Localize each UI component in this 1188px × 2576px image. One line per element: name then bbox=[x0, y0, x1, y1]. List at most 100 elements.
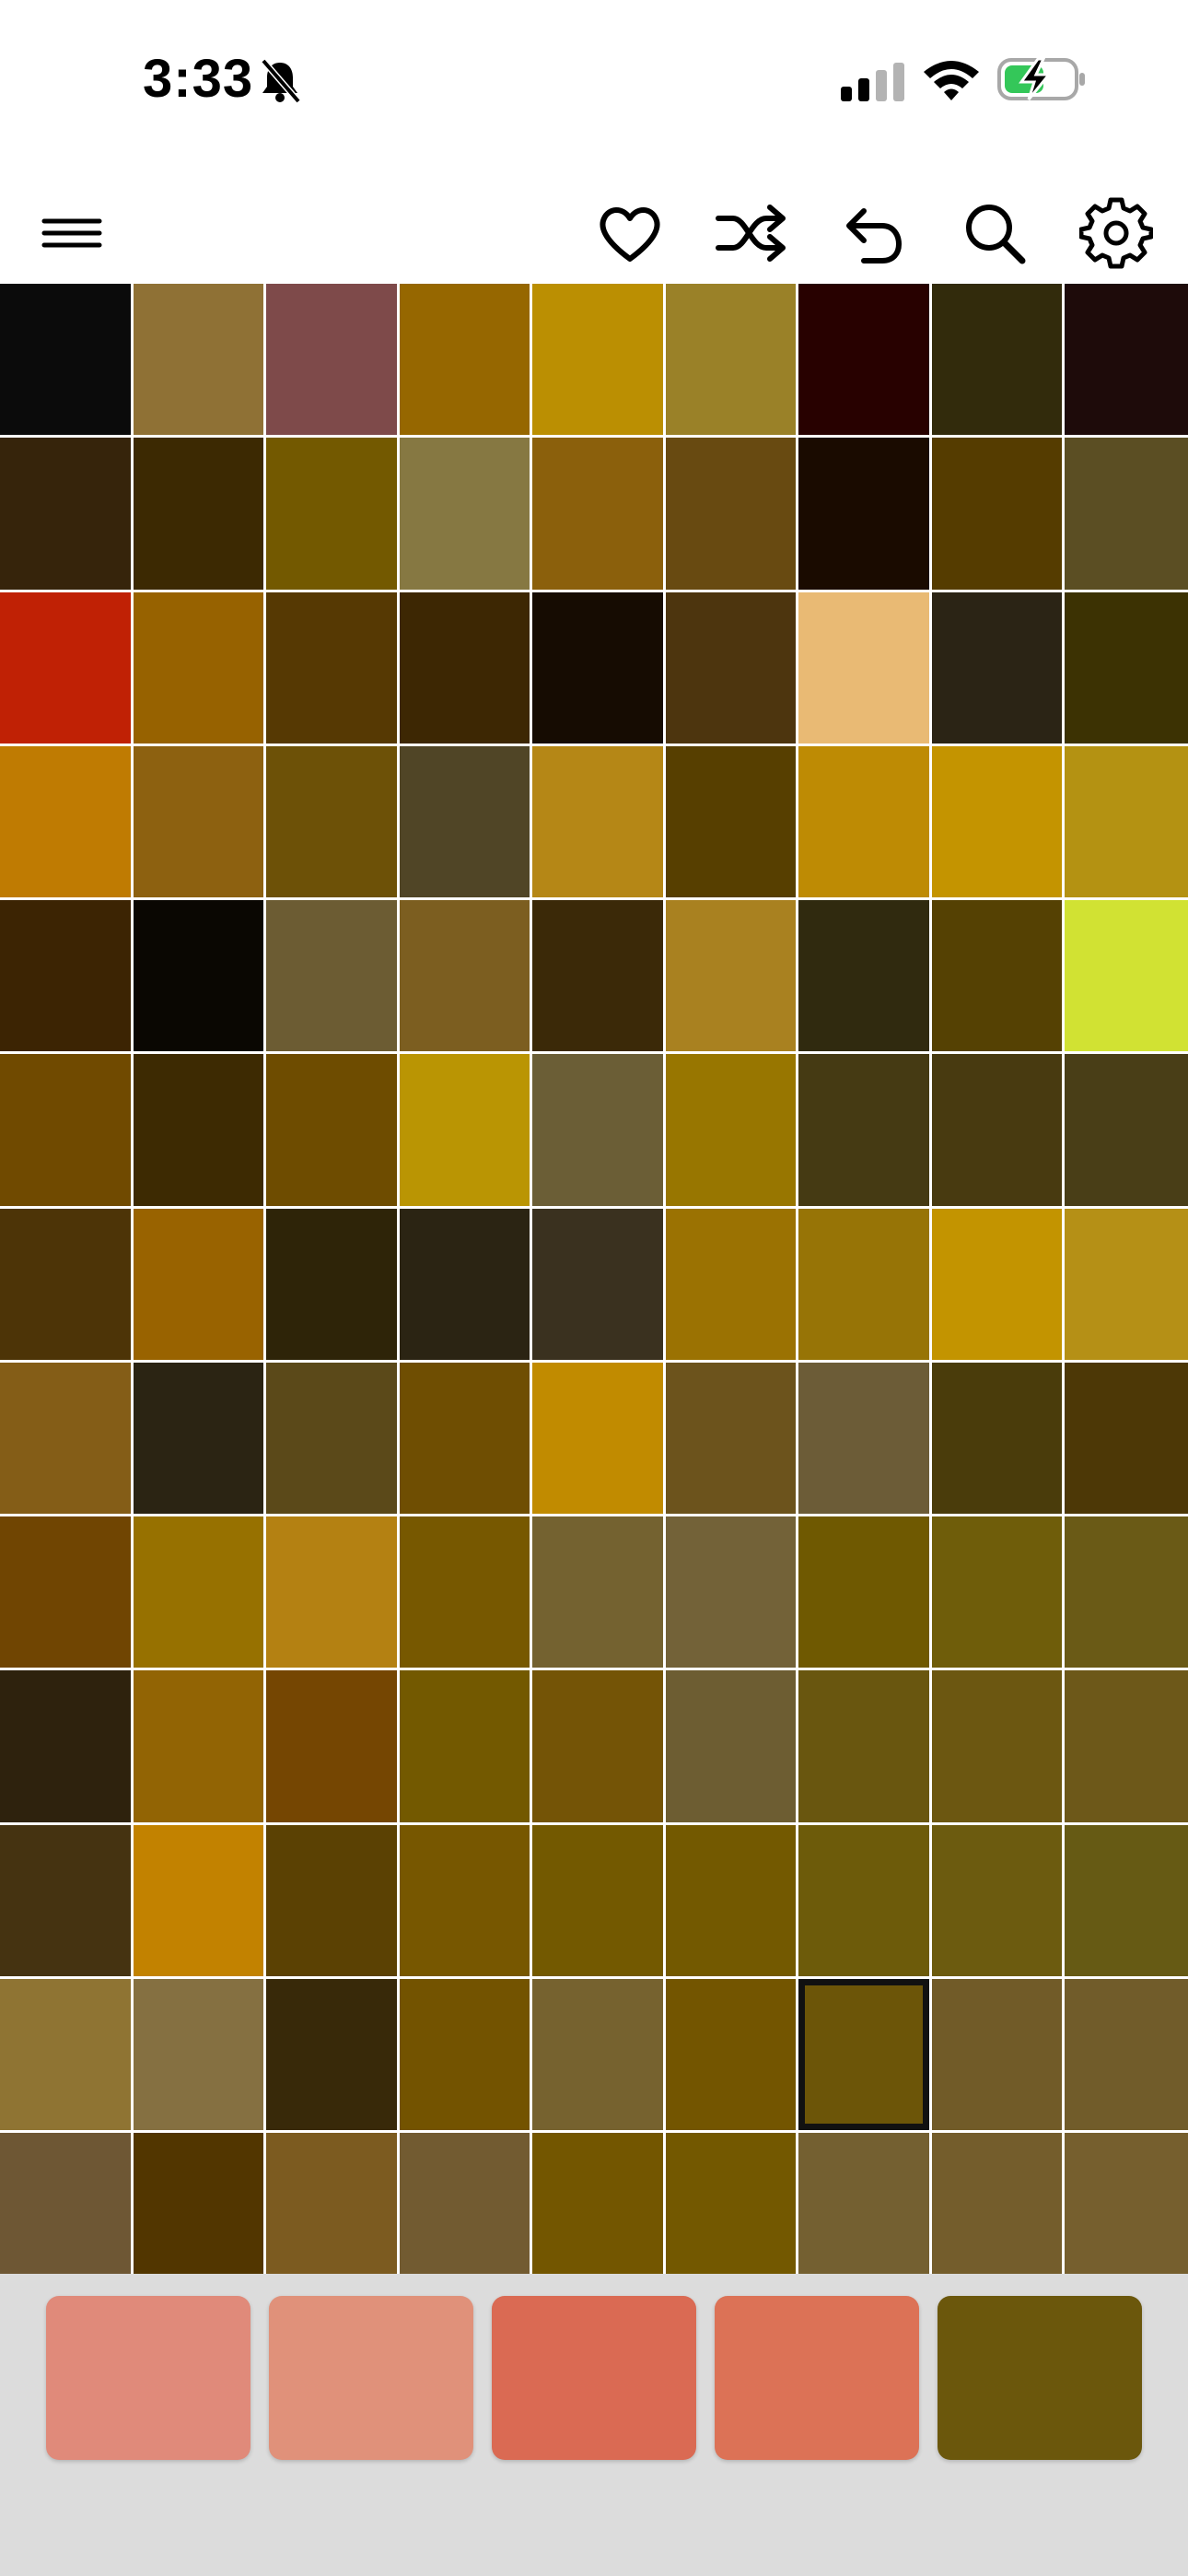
color-cell[interactable] bbox=[931, 2133, 1063, 2285]
color-cell[interactable] bbox=[532, 1978, 663, 2131]
color-cell[interactable] bbox=[1065, 900, 1188, 1052]
color-cell[interactable] bbox=[532, 1054, 663, 1206]
palette-swatch[interactable] bbox=[938, 2296, 1142, 2460]
color-cell[interactable] bbox=[798, 1824, 929, 1976]
color-cell[interactable] bbox=[1065, 1208, 1188, 1360]
palette-swatch[interactable] bbox=[46, 2296, 250, 2460]
color-cell[interactable] bbox=[532, 1670, 663, 1822]
color-cell[interactable] bbox=[1065, 284, 1188, 436]
color-cell[interactable] bbox=[532, 1208, 663, 1360]
color-cell[interactable] bbox=[665, 900, 797, 1052]
color-cell[interactable] bbox=[266, 2133, 397, 2285]
color-cell[interactable] bbox=[798, 2133, 929, 2285]
color-cell[interactable] bbox=[532, 900, 663, 1052]
color-cell[interactable] bbox=[665, 745, 797, 898]
color-cell[interactable] bbox=[133, 438, 264, 590]
color-cell[interactable] bbox=[399, 1824, 530, 1976]
undo-icon[interactable] bbox=[836, 196, 910, 270]
color-cell[interactable] bbox=[399, 745, 530, 898]
color-cell[interactable] bbox=[1065, 438, 1188, 590]
color-cell[interactable] bbox=[0, 1516, 131, 1669]
color-cell[interactable] bbox=[1065, 2133, 1188, 2285]
color-cell[interactable] bbox=[665, 284, 797, 436]
color-cell[interactable] bbox=[0, 284, 131, 436]
color-cell[interactable] bbox=[266, 1824, 397, 1976]
color-cell[interactable] bbox=[665, 1362, 797, 1515]
color-cell[interactable] bbox=[798, 745, 929, 898]
color-cell[interactable] bbox=[931, 745, 1063, 898]
color-cell[interactable] bbox=[399, 1362, 530, 1515]
color-cell[interactable] bbox=[133, 1670, 264, 1822]
color-cell[interactable] bbox=[399, 1054, 530, 1206]
color-cell-selected[interactable] bbox=[798, 1978, 929, 2131]
color-cell[interactable] bbox=[399, 1978, 530, 2131]
gear-icon[interactable] bbox=[1078, 196, 1154, 270]
color-cell[interactable] bbox=[266, 1516, 397, 1669]
color-cell[interactable] bbox=[266, 591, 397, 744]
color-cell[interactable] bbox=[665, 438, 797, 590]
shuffle-icon[interactable] bbox=[715, 196, 788, 270]
color-cell[interactable] bbox=[1065, 745, 1188, 898]
color-cell[interactable] bbox=[399, 1208, 530, 1360]
color-cell[interactable] bbox=[931, 1670, 1063, 1822]
color-cell[interactable] bbox=[399, 591, 530, 744]
color-cell[interactable] bbox=[133, 900, 264, 1052]
color-cell[interactable] bbox=[399, 438, 530, 590]
color-cell[interactable] bbox=[931, 1516, 1063, 1669]
color-cell[interactable] bbox=[266, 1054, 397, 1206]
color-cell[interactable] bbox=[665, 1978, 797, 2131]
color-cell[interactable] bbox=[133, 1208, 264, 1360]
color-cell[interactable] bbox=[399, 900, 530, 1052]
color-cell[interactable] bbox=[133, 1516, 264, 1669]
heart-icon[interactable] bbox=[593, 196, 667, 270]
color-cell[interactable] bbox=[133, 284, 264, 436]
color-cell[interactable] bbox=[798, 900, 929, 1052]
color-cell[interactable] bbox=[1065, 1978, 1188, 2131]
color-cell[interactable] bbox=[133, 1362, 264, 1515]
color-cell[interactable] bbox=[532, 2133, 663, 2285]
color-cell[interactable] bbox=[798, 1670, 929, 1822]
color-cell[interactable] bbox=[798, 1054, 929, 1206]
color-cell[interactable] bbox=[1065, 591, 1188, 744]
menu-icon[interactable] bbox=[35, 196, 109, 270]
color-cell[interactable] bbox=[0, 438, 131, 590]
color-cell[interactable] bbox=[0, 1054, 131, 1206]
color-cell[interactable] bbox=[532, 1824, 663, 1976]
color-cell[interactable] bbox=[399, 1670, 530, 1822]
color-cell[interactable] bbox=[532, 1362, 663, 1515]
color-cell[interactable] bbox=[1065, 1516, 1188, 1669]
color-cell[interactable] bbox=[798, 438, 929, 590]
color-cell[interactable] bbox=[931, 591, 1063, 744]
color-cell[interactable] bbox=[0, 1670, 131, 1822]
palette-swatch[interactable] bbox=[492, 2296, 696, 2460]
color-cell[interactable] bbox=[133, 745, 264, 898]
color-cell[interactable] bbox=[798, 284, 929, 436]
color-cell[interactable] bbox=[266, 438, 397, 590]
color-cell[interactable] bbox=[399, 284, 530, 436]
color-cell[interactable] bbox=[931, 284, 1063, 436]
color-cell[interactable] bbox=[665, 591, 797, 744]
color-cell[interactable] bbox=[266, 745, 397, 898]
color-cell[interactable] bbox=[665, 1824, 797, 1976]
color-cell[interactable] bbox=[665, 1516, 797, 1669]
color-cell[interactable] bbox=[1065, 1362, 1188, 1515]
color-cell[interactable] bbox=[133, 1824, 264, 1976]
color-cell[interactable] bbox=[0, 745, 131, 898]
color-cell[interactable] bbox=[532, 438, 663, 590]
color-cell[interactable] bbox=[0, 591, 131, 744]
color-cell[interactable] bbox=[798, 1208, 929, 1360]
color-cell[interactable] bbox=[931, 438, 1063, 590]
color-cell[interactable] bbox=[931, 1362, 1063, 1515]
color-cell[interactable] bbox=[931, 1978, 1063, 2131]
color-cell[interactable] bbox=[266, 900, 397, 1052]
color-cell[interactable] bbox=[931, 1824, 1063, 1976]
color-cell[interactable] bbox=[665, 1208, 797, 1360]
color-cell[interactable] bbox=[798, 1362, 929, 1515]
color-cell[interactable] bbox=[798, 591, 929, 744]
color-cell[interactable] bbox=[0, 1362, 131, 1515]
color-cell[interactable] bbox=[266, 284, 397, 436]
color-cell[interactable] bbox=[399, 1516, 530, 1669]
color-cell[interactable] bbox=[0, 2133, 131, 2285]
color-cell[interactable] bbox=[399, 2133, 530, 2285]
color-cell[interactable] bbox=[0, 900, 131, 1052]
